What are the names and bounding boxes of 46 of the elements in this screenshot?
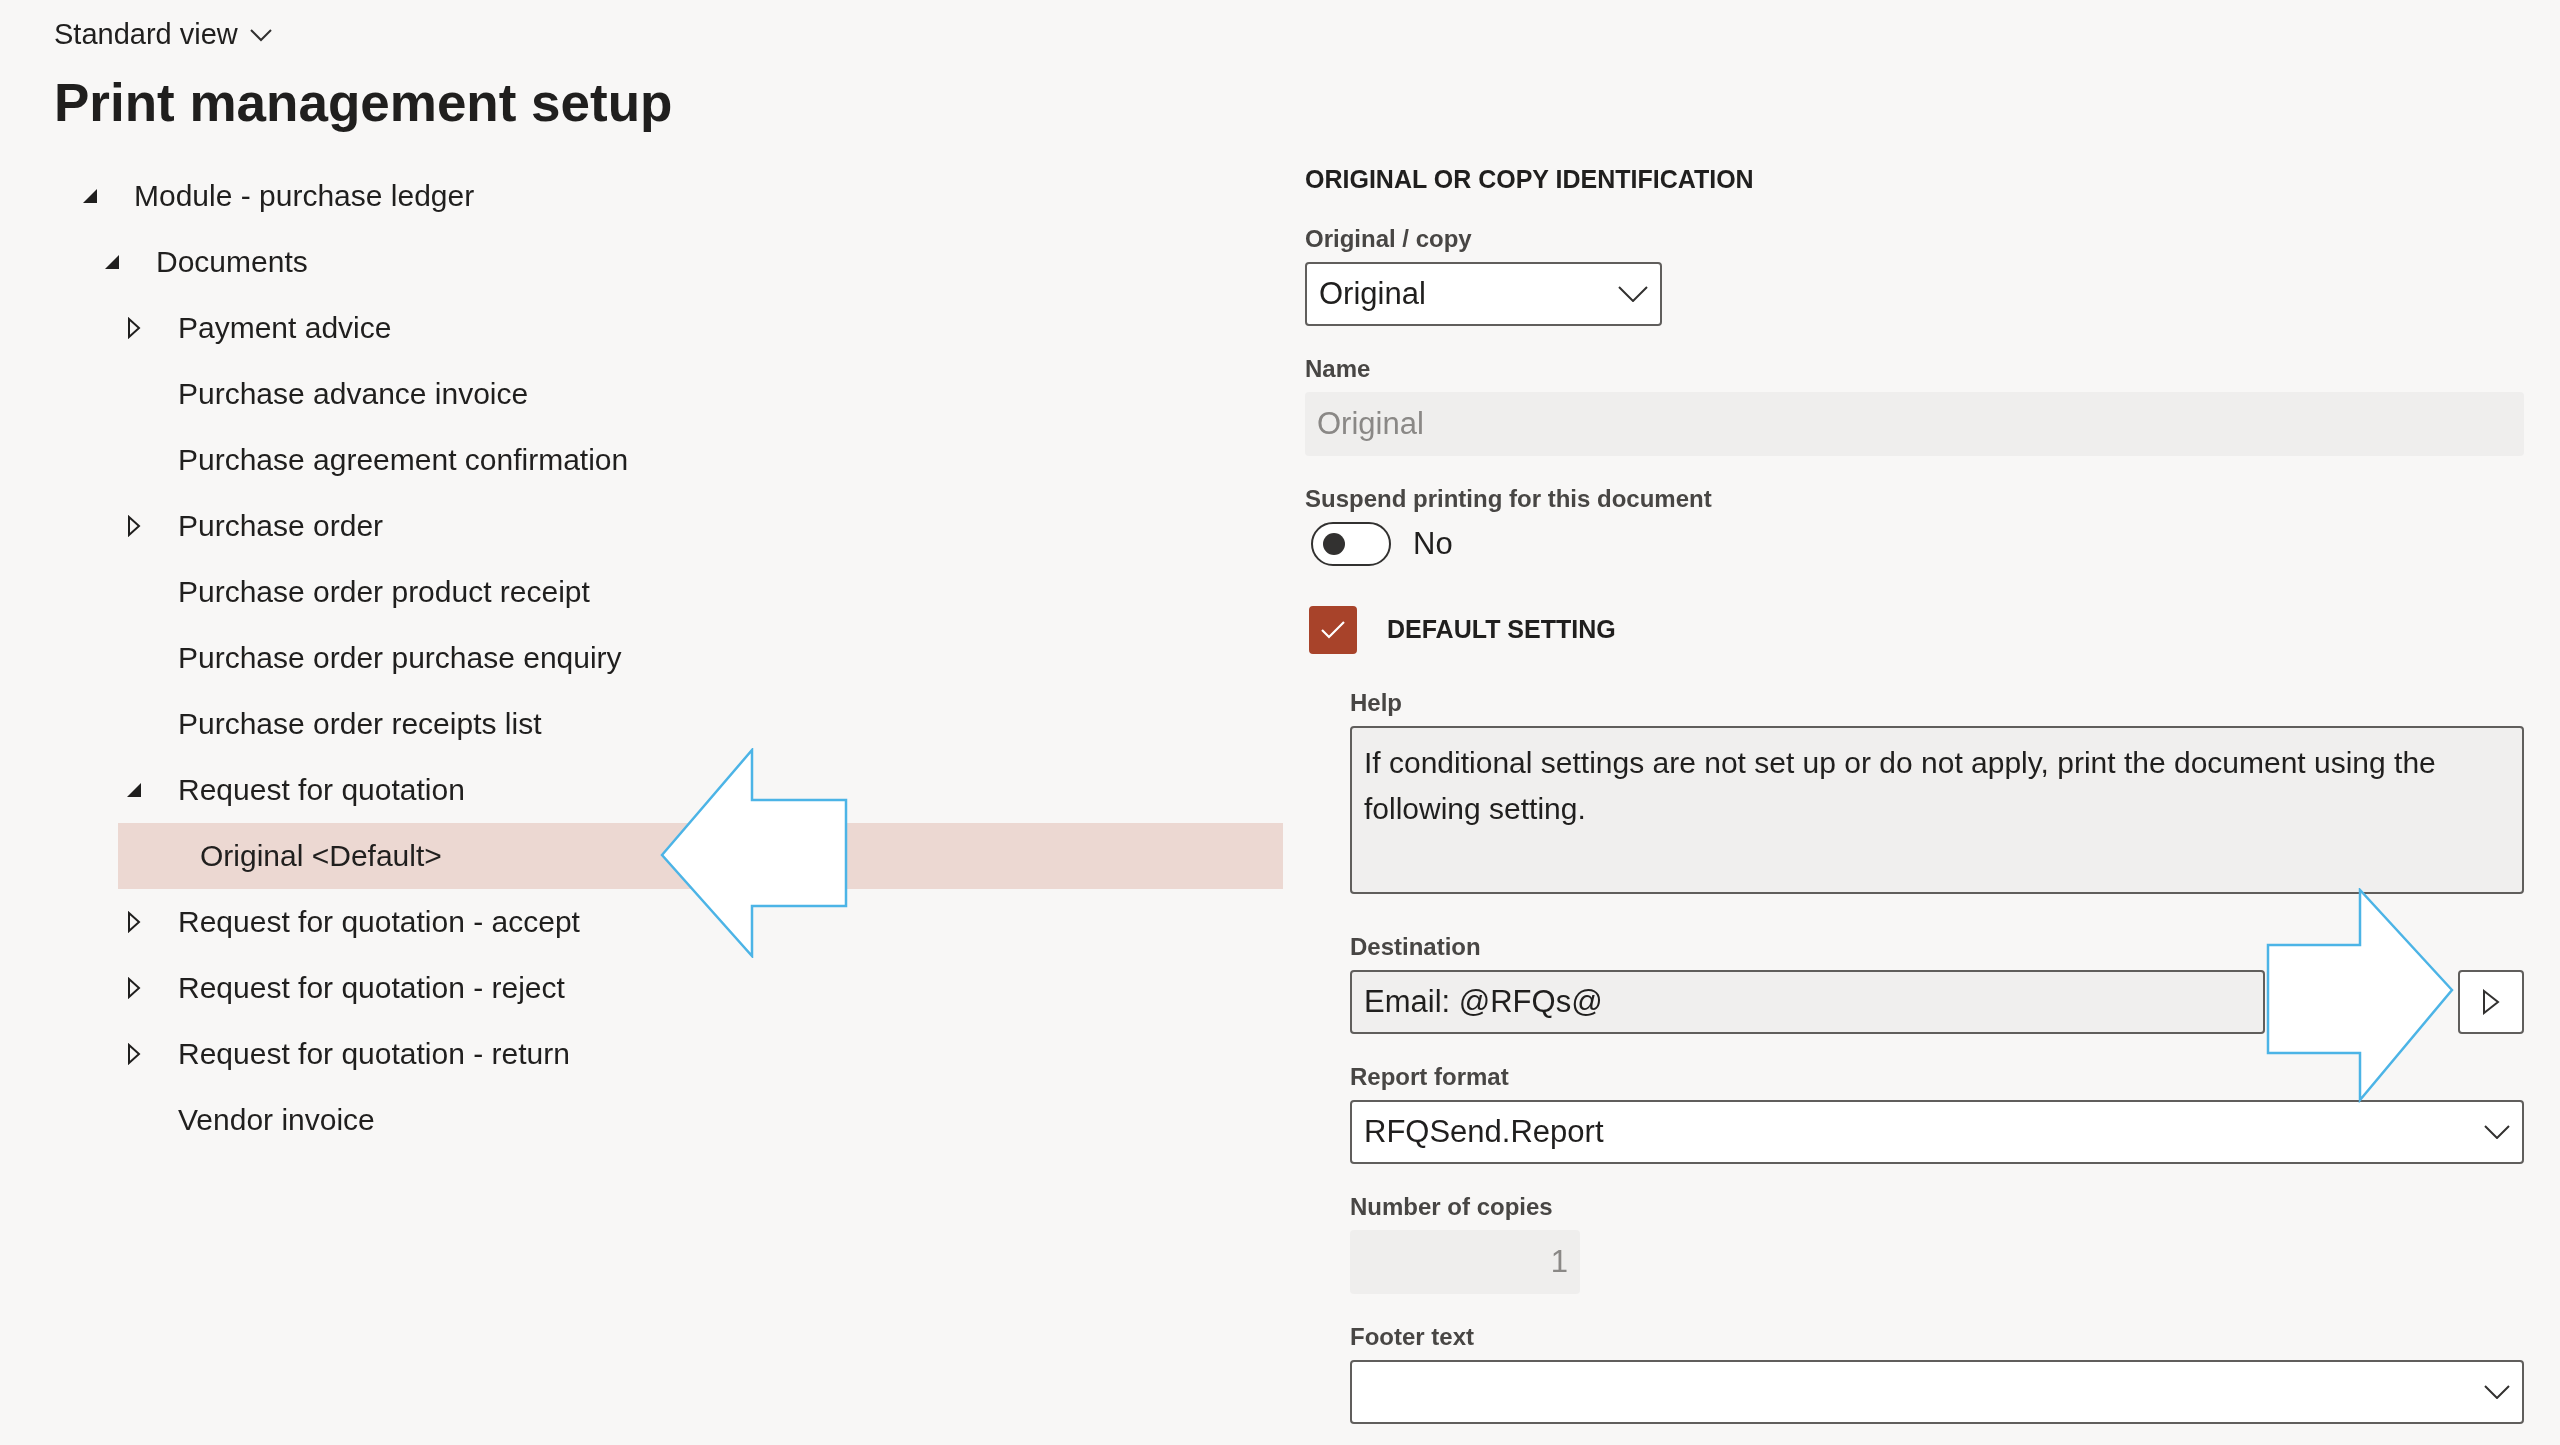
collapsed-triangle-icon[interactable]: [127, 1042, 141, 1065]
tree-item[interactable]: Module - purchase ledger: [54, 162, 1283, 229]
original-copy-dropdown[interactable]: Original: [1305, 261, 1662, 326]
help-text-area: If conditional settings are not set up or do not apply, print the document using the following setting.: [1350, 725, 2524, 894]
tree-item[interactable]: Purchase advance invoice: [54, 360, 1283, 427]
toggle-value: No: [1413, 525, 1453, 562]
field-label: Footer text: [1350, 1321, 1475, 1352]
chevron-down-icon: [1618, 285, 1648, 302]
collapsed-triangle-icon[interactable]: [127, 910, 141, 933]
play-triangle-icon: [2482, 988, 2500, 1015]
destination-field[interactable]: Email: @RFQs@: [1350, 969, 2265, 1034]
chevron-down-icon: [2484, 1384, 2510, 1399]
report-format-dropdown[interactable]: RFQSend.Report: [1350, 1099, 2524, 1164]
collapsed-triangle-icon[interactable]: [127, 514, 141, 537]
field-label: Destination: [1350, 931, 1482, 962]
tree-item[interactable]: Request for quotation - reject: [54, 954, 1283, 1021]
destination-button[interactable]: [2458, 969, 2524, 1034]
section-title: DEFAULT SETTING: [1387, 615, 1616, 645]
tree-item[interactable]: Vendor invoice: [54, 1086, 1283, 1153]
field-label: Number of copies: [1350, 1191, 1554, 1222]
field-label: Name: [1305, 353, 1372, 384]
tree-item[interactable]: Purchase order product receipt: [54, 558, 1283, 625]
chevron-down-icon: [249, 27, 272, 42]
footer-text-dropdown[interactable]: [1350, 1359, 2524, 1424]
view-selector[interactable]: Standard view: [54, 18, 272, 51]
checkmark-icon: [1320, 619, 1346, 640]
tree-item[interactable]: Purchase order receipts list: [54, 690, 1283, 757]
section-title: ORIGINAL OR COPY IDENTIFICATION: [1305, 164, 1755, 194]
field-label: Help: [1350, 687, 1403, 718]
tree-item[interactable]: Payment advice: [54, 294, 1283, 361]
chevron-down-icon: [2484, 1124, 2510, 1139]
tree-item[interactable]: Purchase agreement confirmation: [54, 426, 1283, 493]
tree-item[interactable]: Request for quotation - return: [54, 1020, 1283, 1087]
tree-item[interactable]: Purchase order purchase enquiry: [54, 624, 1283, 691]
tree-item[interactable]: Purchase order: [54, 492, 1283, 559]
toggle-switch[interactable]: [1311, 521, 1391, 566]
field-label: Suspend printing for this document: [1305, 483, 1713, 514]
tree-item[interactable]: Documents: [54, 228, 1283, 295]
field-label: Report format: [1350, 1061, 1510, 1092]
tree-item[interactable]: Request for quotation: [54, 756, 1283, 823]
field-label: Original / copy: [1305, 223, 1473, 254]
checkbox[interactable]: [1309, 605, 1357, 654]
collapsed-triangle-icon[interactable]: [127, 976, 141, 999]
tree-item[interactable]: Request for quotation - accept: [54, 888, 1283, 955]
page-title: Print management setup: [54, 72, 673, 134]
collapsed-triangle-icon[interactable]: [127, 316, 141, 339]
